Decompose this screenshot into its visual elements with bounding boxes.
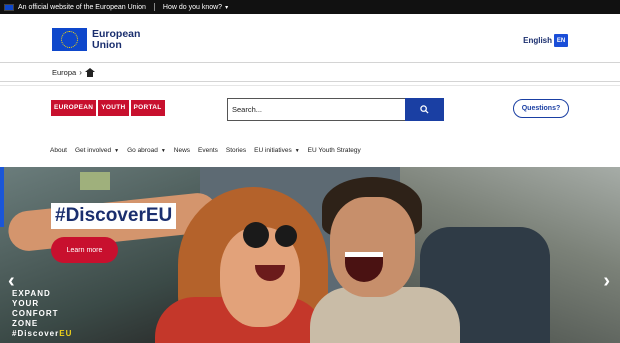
tagline-line: CONFORT — [12, 309, 59, 318]
chevron-down-icon[interactable]: ▾ — [225, 4, 228, 11]
eu-flag-icon — [52, 28, 87, 51]
home-icon[interactable] — [84, 68, 95, 77]
hero-image-man-face — [330, 197, 415, 297]
search-form — [227, 98, 444, 121]
hashtag-suffix: EU — [59, 329, 73, 338]
nav-label: Stories — [225, 147, 247, 154]
official-banner: An official website of the European Unio… — [0, 0, 620, 14]
nav-label: News — [173, 147, 191, 154]
search-icon — [420, 105, 429, 114]
nav-item-get-involved[interactable]: Get involved ▼ — [75, 147, 119, 154]
eu-flag-icon — [4, 3, 14, 11]
eu-logo-line2: Union — [92, 38, 122, 51]
language-selector[interactable]: English EN — [523, 34, 568, 47]
hero-tagline: EXPAND YOUR CONFORT ZONE #DiscoverEU — [12, 289, 72, 339]
nav-item-eu-youth-strategy[interactable]: EU Youth Strategy — [308, 147, 361, 154]
search-button[interactable] — [405, 98, 444, 121]
how-do-you-know-link[interactable]: How do you know? — [163, 4, 222, 11]
nav-label: About — [50, 147, 67, 154]
hero-carousel: #DiscoverEU Learn more ‹ › EXPAND YOUR C… — [0, 167, 620, 343]
nav-item-events[interactable]: Events — [198, 147, 218, 154]
tagline-line: ZONE — [12, 319, 39, 328]
breadcrumb-europa-link[interactable]: Europa — [52, 68, 76, 77]
search-input[interactable] — [227, 98, 405, 121]
logo-word-portal: PORTAL — [130, 100, 165, 116]
hero-image-window — [80, 172, 110, 190]
hashtag-prefix: #Discover — [12, 329, 60, 338]
main-navigation: About Get involved ▼ Go abroad ▼ News Even… — [50, 147, 369, 154]
nav-item-about[interactable]: About — [50, 147, 67, 154]
site-header: European Union English EN — [0, 14, 620, 62]
nav-item-stories[interactable]: Stories — [226, 147, 246, 154]
eu-logo-line1: European — [92, 27, 141, 40]
questions-button[interactable]: Questions? — [513, 99, 569, 118]
logo-word-youth: YOUTH — [98, 100, 129, 116]
language-code-icon: EN — [554, 34, 568, 47]
tagline-line: EXPAND — [12, 289, 51, 298]
nav-label: Events — [198, 147, 218, 154]
chevron-left-icon[interactable]: ‹ — [8, 271, 15, 291]
hero-image-sunglasses — [243, 222, 269, 248]
tagline-hashtag: #DiscoverEU — [12, 329, 72, 339]
breadcrumb-separator: › — [79, 68, 82, 77]
breadcrumb: Europa › — [0, 62, 620, 82]
caret-down-icon: ▼ — [294, 147, 300, 154]
nav-item-news[interactable]: News — [174, 147, 190, 154]
hero-title: #DiscoverEU — [51, 203, 177, 229]
chevron-right-icon[interactable]: › — [603, 271, 610, 291]
official-website-text: An official website of the European Unio… — [18, 3, 146, 11]
hero-image-sunglasses — [275, 225, 297, 247]
logo-word-european: EUROPEAN — [51, 100, 97, 116]
nav-label: EU Youth Strategy — [307, 147, 361, 154]
eu-logo-text: European Union — [92, 27, 141, 51]
european-youth-portal-logo[interactable]: EUROPEAN YOUTH PORTAL — [51, 100, 165, 116]
european-union-logo[interactable]: European Union — [52, 28, 140, 51]
tagline-line: YOUR — [12, 299, 40, 308]
hero-image-edge — [0, 167, 4, 227]
caret-down-icon: ▼ — [160, 147, 166, 154]
divider — [153, 3, 155, 11]
caret-down-icon: ▼ — [114, 147, 120, 154]
nav-label: Get involved — [75, 147, 112, 154]
nav-label: Go abroad — [127, 147, 158, 154]
portal-header: EUROPEAN YOUTH PORTAL Questions? About G… — [0, 85, 620, 165]
nav-label: EU initiatives — [254, 147, 292, 154]
learn-more-button[interactable]: Learn more — [51, 237, 118, 263]
nav-item-go-abroad[interactable]: Go abroad ▼ — [127, 147, 166, 154]
language-label: English — [523, 36, 552, 45]
nav-item-eu-initiatives[interactable]: EU initiatives ▼ — [254, 147, 300, 154]
